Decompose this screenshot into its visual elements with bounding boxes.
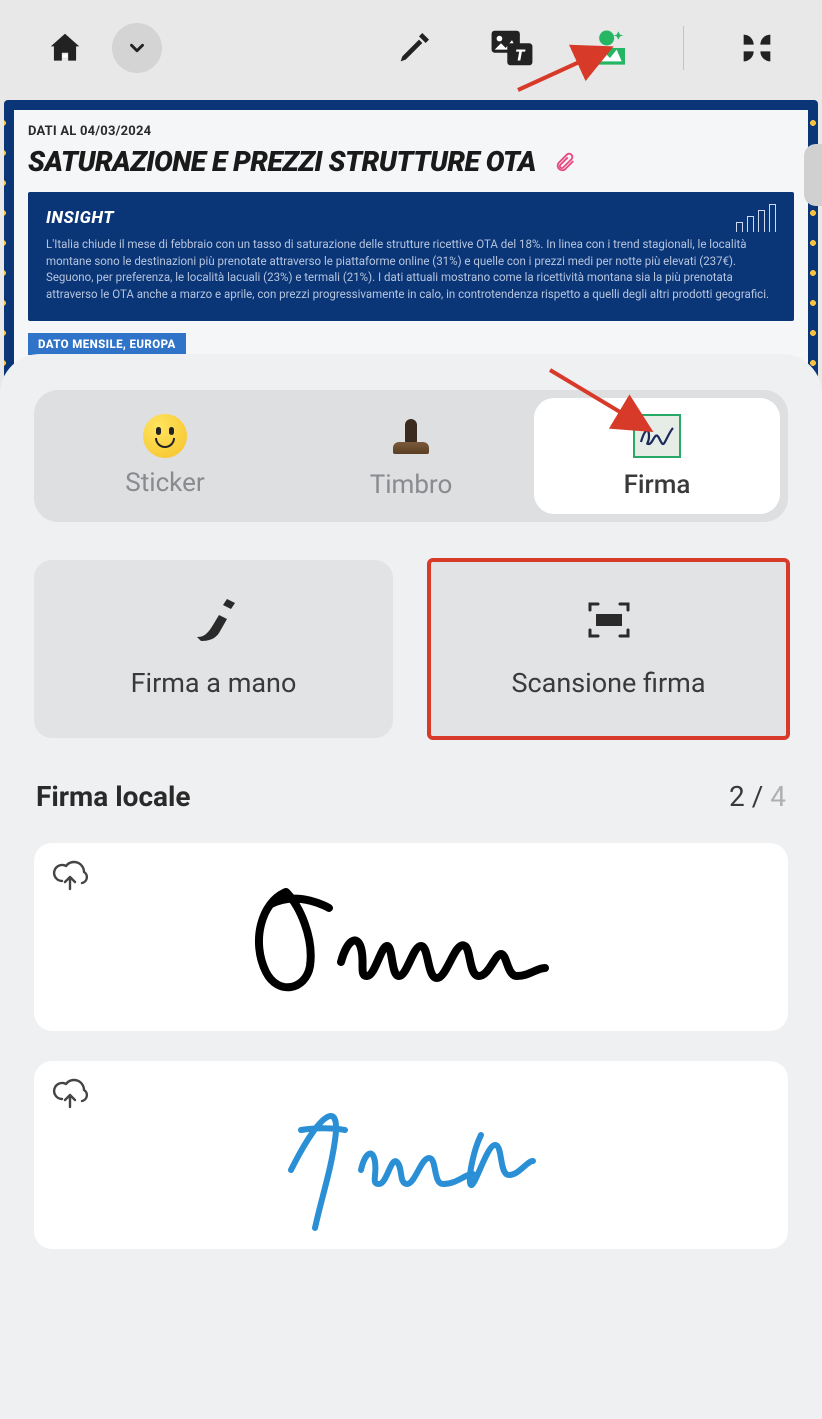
top-toolbar: T	[0, 0, 822, 96]
local-signatures-count: 2 / 4	[729, 780, 786, 813]
signature-sheet: Sticker Timbro Firma	[0, 354, 822, 1419]
scroll-handle[interactable]	[804, 144, 822, 206]
toolbar-divider	[683, 26, 684, 70]
local-signatures-title: Firma locale	[36, 780, 191, 813]
action-label: Firma a mano	[131, 667, 297, 699]
document-badge: DATO MENSILE, EUROPA	[28, 333, 186, 355]
tab-label: Firma	[624, 470, 691, 500]
image-text-icon: T	[490, 28, 534, 68]
insight-body: L'Italia chiude il mese di febbraio con …	[46, 236, 776, 303]
handwrite-signature-button[interactable]: Firma a mano	[34, 560, 393, 738]
scan-icon	[586, 599, 632, 641]
bars-icon	[736, 204, 776, 232]
smiley-icon	[143, 414, 187, 458]
tab-sticker[interactable]: Sticker	[42, 398, 288, 514]
tab-signature[interactable]: Firma	[534, 398, 780, 514]
document-title: SATURAZIONE E PREZZI STRUTTURE OTA	[28, 145, 536, 178]
home-button[interactable]	[40, 23, 90, 73]
tab-label: Timbro	[370, 470, 453, 500]
chevron-down-icon	[126, 37, 148, 59]
tab-stamp[interactable]: Timbro	[288, 398, 534, 514]
highlighter-icon	[394, 28, 434, 68]
signature-thumb-icon	[633, 412, 681, 460]
image-text-button[interactable]: T	[487, 23, 537, 73]
apps-button[interactable]	[732, 23, 782, 73]
cloud-upload-icon[interactable]	[52, 859, 88, 895]
signature-preview	[271, 1075, 551, 1235]
stamp-icon	[387, 412, 435, 460]
document-date: DATI AL 04/03/2024	[28, 124, 794, 139]
tab-bar: Sticker Timbro Firma	[34, 390, 788, 522]
handwrite-icon	[189, 599, 239, 641]
decorate-icon	[590, 28, 630, 68]
signature-item-1[interactable]	[34, 843, 788, 1031]
insight-heading: INSIGHT	[46, 208, 776, 228]
cloud-upload-icon[interactable]	[52, 1077, 88, 1113]
action-label: Scansione firma	[511, 667, 705, 699]
scan-signature-button[interactable]: Scansione firma	[429, 560, 788, 738]
apps-icon	[737, 28, 777, 68]
paperclip-icon	[554, 151, 576, 173]
insight-box: INSIGHT L'Italia chiude il mese di febbr…	[28, 192, 794, 321]
home-icon	[46, 29, 84, 67]
svg-text:T: T	[515, 46, 526, 65]
tab-label: Sticker	[125, 468, 204, 498]
signature-preview	[231, 862, 591, 1012]
signature-item-2[interactable]	[34, 1061, 788, 1249]
dropdown-button[interactable]	[112, 23, 162, 73]
highlighter-button[interactable]	[389, 23, 439, 73]
decorate-button[interactable]	[585, 23, 635, 73]
